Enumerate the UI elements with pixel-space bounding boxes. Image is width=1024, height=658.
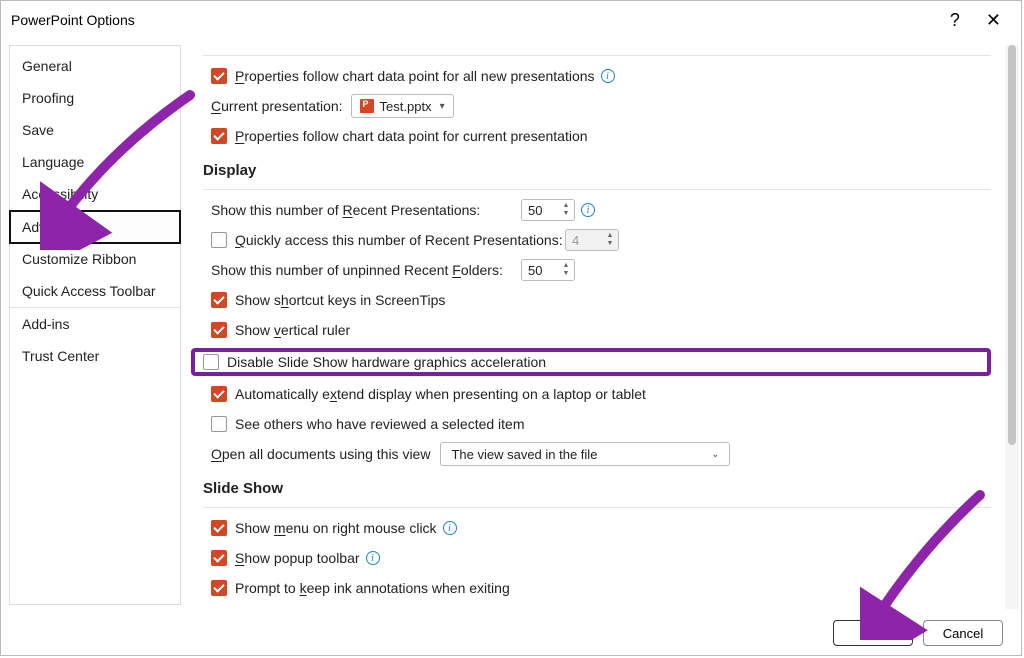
chevron-down-icon: ⌄ — [711, 449, 719, 460]
categories-sidebar: General Proofing Save Language Accessibi… — [9, 45, 181, 605]
option-menu-right-click: Show menu on right mouse click i — [211, 516, 991, 540]
open-view-row: Open all documents using this view The v… — [211, 442, 991, 466]
info-icon[interactable]: i — [443, 521, 457, 535]
recent-folders-spinner[interactable]: 50 ▲▼ — [521, 259, 575, 281]
spinner-arrows-icon[interactable]: ▲▼ — [560, 201, 572, 219]
checkbox-popup-toolbar[interactable] — [211, 550, 227, 566]
checkbox-keep-ink[interactable] — [211, 580, 227, 596]
divider — [203, 55, 991, 56]
sidebar-item-trust-center[interactable]: Trust Center — [10, 340, 180, 372]
divider — [203, 507, 991, 508]
close-button[interactable]: ✕ — [976, 10, 1011, 31]
option-keep-ink: Prompt to keep ink annotations when exit… — [211, 576, 991, 600]
spinner-arrows-icon[interactable]: ▲▼ — [560, 261, 572, 279]
checkbox-chart-follow-new[interactable] — [211, 68, 227, 84]
dialog-footer: OK Cancel — [1, 611, 1021, 655]
sidebar-item-customize-ribbon[interactable]: Customize Ribbon — [10, 243, 180, 275]
checkbox-menu-right-click[interactable] — [211, 520, 227, 536]
sidebar-item-language[interactable]: Language — [10, 146, 180, 178]
content-pane: Properties follow chart data point for a… — [181, 45, 1013, 605]
option-shortcut-keys: Show shortcut keys in ScreenTips — [211, 288, 991, 312]
checkbox-see-others[interactable] — [211, 416, 227, 432]
sidebar-item-quick-access-toolbar[interactable]: Quick Access Toolbar — [10, 275, 180, 308]
checkbox-chart-follow-current[interactable] — [211, 128, 227, 144]
spinner-arrows-icon: ▲▼ — [604, 231, 616, 249]
option-vertical-ruler: Show vertical ruler — [211, 318, 991, 342]
sidebar-item-general[interactable]: General — [10, 50, 180, 82]
options-dialog: PowerPoint Options ? ✕ General Proofing … — [0, 0, 1022, 656]
info-icon[interactable]: i — [366, 551, 380, 565]
current-presentation-value: Test.pptx — [380, 99, 432, 114]
cancel-button[interactable]: Cancel — [923, 620, 1003, 646]
help-button[interactable]: ? — [934, 10, 976, 31]
current-presentation-row: Current presentation: Test.pptx ▾ — [211, 94, 991, 118]
checkbox-auto-extend[interactable] — [211, 386, 227, 402]
section-display: Display — [203, 162, 991, 179]
window-title: PowerPoint Options — [11, 12, 934, 28]
scrollbar-thumb[interactable] — [1008, 45, 1016, 445]
divider — [203, 189, 991, 190]
recent-folders-row: Show this number of unpinned Recent Fold… — [211, 258, 991, 282]
quick-access-spinner: 4 ▲▼ — [565, 229, 619, 251]
checkbox-disable-hw-accel[interactable] — [203, 354, 219, 370]
titlebar: PowerPoint Options ? ✕ — [1, 1, 1021, 39]
recent-presentations-row: Show this number of Recent Presentations… — [211, 198, 991, 222]
ok-button[interactable]: OK — [833, 620, 913, 646]
disable-hw-accel-label: Disable Slide Show hardware graphics acc… — [227, 354, 546, 370]
sidebar-item-accessibility[interactable]: Accessibility — [10, 178, 180, 211]
option-see-others: See others who have reviewed a selected … — [211, 412, 991, 436]
section-slideshow: Slide Show — [203, 480, 991, 497]
current-presentation-dropdown[interactable]: Test.pptx ▾ — [351, 94, 454, 118]
checkbox-quick-access[interactable] — [211, 232, 227, 248]
info-icon[interactable]: i — [581, 203, 595, 217]
option-disable-hw-accel-highlighted: Disable Slide Show hardware graphics acc… — [191, 348, 991, 376]
sidebar-item-save[interactable]: Save — [10, 114, 180, 146]
option-chart-follow-new: Properties follow chart data point for a… — [211, 64, 991, 88]
quick-access-row: Quickly access this number of Recent Pre… — [211, 228, 991, 252]
recent-presentations-spinner[interactable]: 50 ▲▼ — [521, 199, 575, 221]
chevron-down-icon: ▾ — [440, 101, 445, 112]
option-chart-follow-current: Properties follow chart data point for c… — [211, 124, 991, 148]
sidebar-item-proofing[interactable]: Proofing — [10, 82, 180, 114]
checkbox-vertical-ruler[interactable] — [211, 322, 227, 338]
vertical-scrollbar[interactable] — [1005, 45, 1019, 609]
option-auto-extend: Automatically extend display when presen… — [211, 382, 991, 406]
powerpoint-file-icon — [360, 99, 374, 113]
sidebar-item-add-ins[interactable]: Add-ins — [10, 308, 180, 340]
sidebar-item-advanced[interactable]: Advanced — [9, 210, 181, 244]
checkbox-shortcut-keys[interactable] — [211, 292, 227, 308]
open-view-dropdown[interactable]: The view saved in the file ⌄ — [440, 442, 730, 466]
option-popup-toolbar: Show popup toolbar i — [211, 546, 991, 570]
info-icon[interactable]: i — [601, 69, 615, 83]
